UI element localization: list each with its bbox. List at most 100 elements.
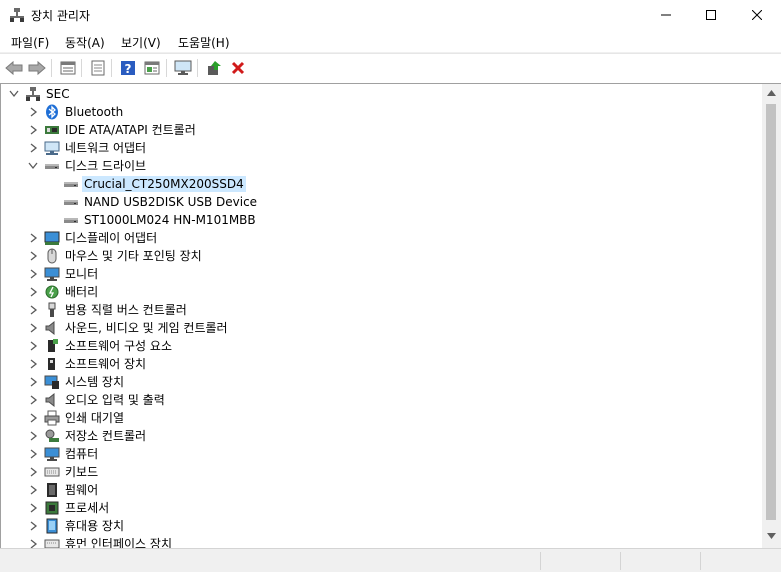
status-bar (0, 548, 781, 572)
chevron-down-icon[interactable] (9, 88, 19, 100)
tree-item-label: IDE ATA/ATAPI 컨트롤러 (65, 123, 196, 137)
chevron-right-icon[interactable] (28, 520, 38, 532)
software-component-icon (44, 338, 60, 354)
hid-icon (44, 536, 60, 548)
display-adapter-icon (44, 230, 60, 246)
chevron-right-icon[interactable] (28, 286, 38, 298)
chevron-right-icon[interactable] (28, 376, 38, 388)
software-device-icon (44, 356, 60, 372)
menu-bar: 파일(F) 동작(A) 보기(V) 도움말(H) (0, 30, 781, 53)
battery-icon (44, 284, 60, 300)
toolbar-separator (51, 59, 52, 77)
maximize-button[interactable] (688, 0, 734, 30)
disk-drive-icon (63, 176, 79, 192)
toolbar-separator (166, 59, 167, 77)
toolbar: ? (0, 53, 781, 82)
chevron-right-icon[interactable] (28, 268, 38, 280)
title-bar: 장치 관리자 (0, 0, 781, 30)
chevron-right-icon[interactable] (28, 232, 38, 244)
tree-item-label: 디스크 드라이브 (65, 159, 147, 173)
scroll-up-icon[interactable] (767, 90, 776, 96)
chevron-right-icon[interactable] (28, 430, 38, 442)
tree-child-label: ST1000LM024 HN-M101MBB (84, 213, 256, 227)
monitor-icon (44, 266, 60, 282)
window-title: 장치 관리자 (31, 9, 91, 23)
minimize-button[interactable] (643, 0, 689, 30)
view-icon[interactable] (142, 58, 162, 78)
speaker-icon (44, 320, 60, 336)
tree-item-label: 휴대용 장치 (65, 519, 125, 533)
tree-item-label: 프로세서 (65, 501, 110, 515)
tree-item-label: 키보드 (65, 465, 99, 479)
mouse-icon (44, 248, 60, 264)
help-icon[interactable]: ? (118, 58, 138, 78)
chevron-right-icon[interactable] (28, 250, 38, 262)
tree-item-label: Bluetooth (65, 105, 124, 119)
menu-help[interactable]: 도움말(H) (178, 34, 230, 51)
update-driver-icon[interactable] (204, 58, 224, 78)
vertical-scrollbar[interactable] (762, 83, 781, 548)
chevron-right-icon[interactable] (28, 106, 38, 118)
network-adapter-icon (44, 140, 60, 156)
status-divider (620, 552, 621, 570)
processor-icon (44, 500, 60, 516)
chevron-right-icon[interactable] (28, 502, 38, 514)
computer-root-icon (25, 86, 41, 102)
scrollbar-thumb[interactable] (766, 104, 776, 520)
tree-item-label: 휴먼 인터페이스 장치 (65, 537, 172, 548)
system-device-icon (44, 374, 60, 390)
tree-child-label: NAND USB2DISK USB Device (84, 195, 258, 209)
bluetooth-icon (44, 104, 60, 120)
close-button[interactable] (734, 0, 780, 30)
chevron-right-icon[interactable] (28, 340, 38, 352)
audio-icon (44, 392, 60, 408)
chevron-right-icon[interactable] (28, 304, 38, 316)
chevron-down-icon[interactable] (28, 160, 38, 172)
toolbar-separator (197, 59, 198, 77)
status-divider (540, 552, 541, 570)
chevron-right-icon[interactable] (28, 538, 38, 548)
menu-view[interactable]: 보기(V) (121, 34, 161, 51)
storage-controller-icon (44, 428, 60, 444)
menu-file[interactable]: 파일(F) (11, 34, 49, 51)
chevron-right-icon[interactable] (28, 412, 38, 424)
toolbar-separator (81, 59, 82, 77)
chevron-right-icon[interactable] (28, 394, 38, 406)
toolbar-separator (111, 59, 112, 77)
chevron-right-icon[interactable] (28, 142, 38, 154)
computer-icon (44, 446, 60, 462)
device-tree[interactable]: SEC Bluetooth IDE ATA/ATAPI 컨트롤러 네트워크 어댑… (0, 83, 762, 548)
tree-item-label: 소프트웨어 장치 (65, 357, 147, 371)
uninstall-icon[interactable] (228, 58, 248, 78)
menu-action[interactable]: 동작(A) (65, 34, 105, 51)
chevron-right-icon[interactable] (28, 484, 38, 496)
tree-item-label: 범용 직렬 버스 컨트롤러 (65, 303, 187, 317)
tree-item-label: 마우스 및 기타 포인팅 장치 (65, 249, 202, 263)
tree-item-label: 저장소 컨트롤러 (65, 429, 147, 443)
scroll-down-icon[interactable] (767, 533, 776, 539)
show-hidden-icon[interactable] (88, 58, 108, 78)
chevron-right-icon[interactable] (28, 322, 38, 334)
status-divider (700, 552, 701, 570)
tree-item-label: 네트워크 어댑터 (65, 141, 147, 155)
usb-icon (44, 302, 60, 318)
disk-drive-icon (63, 194, 79, 210)
monitor-icon[interactable] (173, 58, 193, 78)
device-manager-icon (9, 7, 25, 23)
tree-item-label: 오디오 입력 및 출력 (65, 393, 165, 407)
tree-item-label: 컴퓨터 (65, 447, 99, 461)
back-icon[interactable] (4, 58, 24, 78)
chevron-right-icon[interactable] (28, 124, 38, 136)
firmware-icon (44, 482, 60, 498)
chevron-right-icon[interactable] (28, 448, 38, 460)
forward-icon[interactable] (27, 58, 47, 78)
tree-item-label: 소프트웨어 구성 요소 (65, 339, 172, 353)
tree-item-label: 배터리 (65, 285, 99, 299)
chevron-right-icon[interactable] (28, 358, 38, 370)
printer-icon (44, 410, 60, 426)
tree-item-label: 시스템 장치 (65, 375, 125, 389)
tree-item-label: 사운드, 비디오 및 게임 컨트롤러 (65, 321, 228, 335)
properties-icon[interactable] (58, 58, 78, 78)
chevron-right-icon[interactable] (28, 466, 38, 478)
tree-item-label: 펌웨어 (65, 483, 99, 497)
